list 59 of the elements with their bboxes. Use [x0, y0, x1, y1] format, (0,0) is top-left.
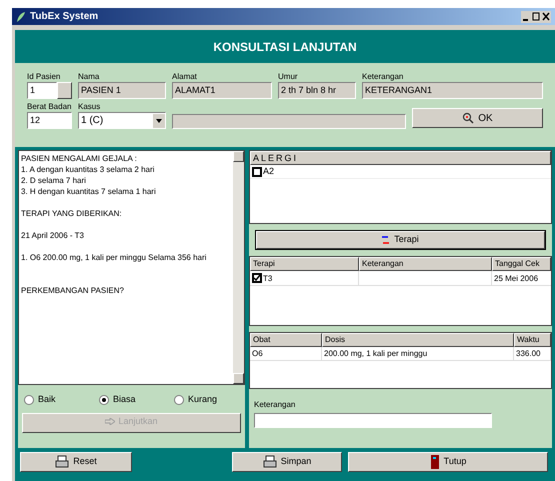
case-dropdown[interactable]: 1 (C) [78, 112, 166, 129]
page-heading: KONSULTASI LANJUTAN [212, 38, 358, 56]
age-field[interactable]: 2 th 7 bln 8 hr [278, 82, 356, 99]
radio-option[interactable]: Kurang [174, 393, 219, 406]
field-label: Berat Badan [27, 101, 72, 112]
notes-line: 2. D selama 7 hari [21, 175, 87, 186]
lookup-button[interactable] [57, 82, 72, 99]
action-button[interactable]: Reset [20, 452, 132, 472]
table-cell-text: 25 Mei 2006 [493, 273, 540, 285]
field-label: Id Pasien [27, 71, 60, 82]
action-button[interactable]: Tutup [348, 452, 548, 472]
remarks-field[interactable]: KETERANGAN1 [362, 82, 543, 99]
notes-line: PERKEMBANGAN PASIEN? [21, 285, 125, 296]
checkbox[interactable] [252, 273, 262, 283]
notes-line: 1. A dengan kuantitas 3 selama 2 hari [21, 164, 156, 175]
radio-option[interactable]: Baik [24, 393, 69, 406]
table-cell: O6 [250, 347, 322, 360]
column-header: Dosis [322, 333, 514, 347]
ok-button[interactable]: OK [412, 108, 543, 128]
therapy-button[interactable]: Terapi [256, 231, 545, 249]
door-icon [430, 455, 440, 469]
field-label: Keterangan [362, 71, 404, 82]
scrollbar[interactable] [233, 151, 244, 384]
checkbox[interactable] [252, 166, 262, 176]
action-button[interactable]: Simpan [232, 452, 342, 472]
column-header: Keterangan [359, 257, 492, 271]
notes-line: TERAPI YANG DIBERIKAN: [21, 208, 123, 219]
remarks-input[interactable] [254, 413, 492, 428]
notes-line: 3. H dengan kuantitas 7 selama 1 hari [21, 186, 157, 197]
notes-line: 1. O6 200.00 mg, 1 kali per minggu Selama 356 hari [21, 252, 208, 263]
weight-field[interactable]: 12 [27, 112, 72, 129]
column-header: Tanggal Cek [492, 257, 551, 271]
printer-icon [262, 455, 277, 469]
window-controls-icon[interactable] [521, 10, 551, 22]
name-field[interactable]: PASIEN 1 [78, 82, 166, 99]
column-header: Terapi [250, 257, 359, 271]
radio-option[interactable]: Biasa [99, 393, 144, 406]
table-cell-text: T3 [263, 272, 272, 284]
table-cell: 200.00 mg, 1 kali per minggu [322, 347, 514, 360]
notes-line: 21 April 2006 - T3 [21, 230, 86, 241]
printer-icon [55, 455, 70, 469]
field-label: Alamat [172, 71, 197, 82]
window-title: TubEx System [30, 10, 98, 24]
notes-area[interactable] [18, 150, 245, 385]
id-field[interactable]: 1 [27, 82, 57, 99]
leaf-icon [16, 10, 26, 22]
field-label: Umur [278, 71, 298, 82]
allergy-item: A2 [263, 164, 274, 178]
search-icon [462, 112, 474, 124]
field-label: Keterangan [254, 399, 296, 410]
address-field[interactable]: ALAMAT1 [172, 82, 272, 99]
arrow-icon [105, 418, 116, 426]
column-header: Waktu [514, 333, 551, 347]
allergy-header: ALERGI [250, 151, 551, 165]
table-cell: 336.00 [514, 347, 551, 360]
field-label: Nama [78, 71, 100, 82]
column-header: Obat [250, 333, 322, 347]
notes-line: PASIEN MENGALAMI GEJALA : [21, 153, 138, 164]
field-label: Kasus [78, 101, 100, 112]
